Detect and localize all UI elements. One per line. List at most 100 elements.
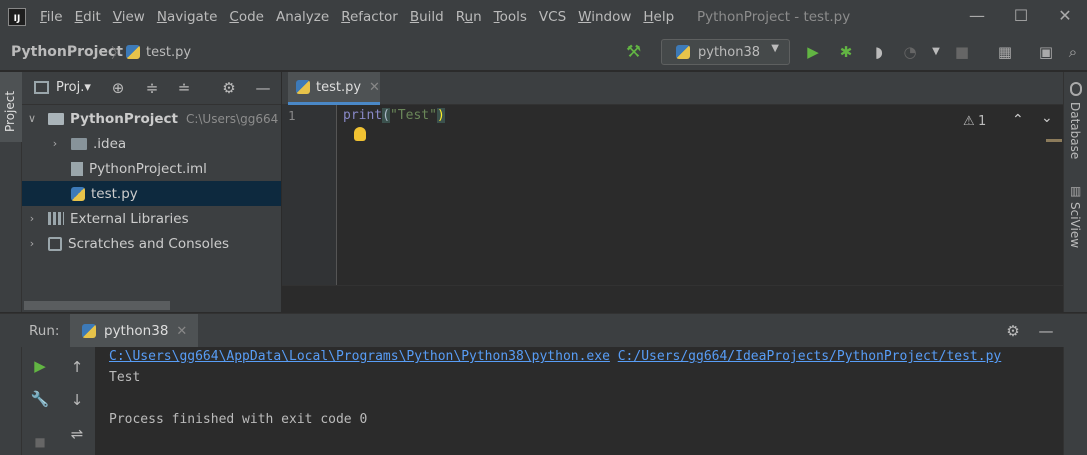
menu-help[interactable]: Help (637, 9, 680, 25)
tree-toggle-icon[interactable]: ∨ (26, 112, 38, 125)
code-editor[interactable]: print("Test") ⚠ 1 ⌃ ⌄ (338, 105, 1063, 285)
tree-item[interactable]: › External Libraries (22, 206, 281, 231)
rerun-icon[interactable]: ▶ (30, 356, 50, 376)
breadcrumb-file[interactable]: test.py (146, 45, 191, 60)
close-tab-icon[interactable]: ✕ (369, 80, 380, 95)
run-icon[interactable]: ▶ (803, 42, 823, 62)
console-output: Test (109, 370, 141, 385)
tree-item-label: PythonProject.iml (89, 160, 207, 177)
code-string: "Test" (389, 108, 437, 123)
menu-run[interactable]: Run (450, 9, 488, 25)
lightbulb-icon[interactable] (354, 127, 366, 141)
run-left-strip (0, 347, 22, 455)
editor-gutter: 1 (282, 105, 337, 285)
project-tool-window-tab[interactable]: Project (0, 72, 22, 142)
console-exe-link[interactable]: C:\Users\gg664\AppData\Local\Programs\Py… (109, 349, 610, 364)
scroll-down-icon[interactable]: ↓ (67, 390, 87, 410)
debug-bug-icon[interactable]: ✱ (836, 42, 856, 62)
warning-count: 1 (978, 114, 987, 129)
run-right-strip (1063, 347, 1087, 455)
editor-bottom-area (282, 285, 1063, 313)
menu-tools[interactable]: Tools (488, 9, 533, 25)
database-tool-tab[interactable]: Database (1068, 102, 1082, 159)
minimize-icon[interactable]: — (966, 6, 988, 26)
menu-edit[interactable]: Edit (69, 9, 107, 25)
close-window-icon[interactable]: ✕ (1054, 6, 1076, 26)
tree-item[interactable]: › Scratches and Consoles (22, 231, 281, 256)
console-exit-message: Process finished with exit code 0 (109, 412, 368, 427)
more-run-options-icon[interactable]: ▼ (926, 42, 946, 62)
breadcrumb-project[interactable]: PythonProject (11, 44, 123, 60)
tree-item[interactable]: › .idea (22, 131, 281, 156)
tree-item[interactable]: test.py (22, 181, 281, 206)
menu-view[interactable]: View (107, 9, 151, 25)
build-hammer-icon[interactable]: ⚒ (626, 42, 641, 62)
left-tool-strip: Project (0, 72, 22, 312)
tab-test-py[interactable]: test.py ✕ (288, 72, 380, 105)
code-line[interactable]: print("Test") (343, 108, 445, 123)
tree-item-label: External Libraries (70, 210, 189, 227)
tree-item[interactable]: ∨ PythonProject C:\Users\gg664 (22, 106, 281, 131)
run-tab-label: python38 (104, 323, 169, 339)
console-script-link[interactable]: C:/Users/gg664/IdeaProjects/PythonProjec… (618, 349, 1002, 364)
tree-toggle-icon[interactable]: › (49, 137, 61, 150)
warning-stripe-marker[interactable] (1046, 139, 1062, 142)
run-panel-header: Run: python38 ✕ ⚙ — (0, 313, 1087, 348)
hide-panel-icon[interactable]: — (253, 78, 273, 98)
python-icon (676, 45, 690, 59)
terminal-icon[interactable]: ▣ (1036, 42, 1056, 62)
warning-icon[interactable]: ⚠ (963, 114, 975, 129)
gear-icon[interactable]: ⚙ (219, 78, 239, 98)
project-view-icon (34, 81, 49, 94)
tree-item-label: PythonProject (70, 110, 178, 127)
run-config-label: python38 (698, 44, 761, 60)
run-side-toolbar: ▶ ↑ 🔧 ↓ ■ ⇌ (22, 347, 95, 455)
menu-vcs[interactable]: VCS (533, 9, 572, 25)
stop-icon[interactable]: ■ (30, 432, 50, 452)
coverage-icon[interactable]: ◗ (869, 42, 889, 62)
close-run-tab-icon[interactable]: ✕ (176, 324, 187, 339)
menu-file[interactable]: File (34, 9, 69, 25)
locate-file-icon[interactable]: ⊕ (108, 78, 128, 98)
tree-item[interactable]: PythonProject.iml (22, 156, 281, 181)
soft-wrap-icon[interactable]: ⇌ (67, 424, 87, 444)
folder-icon (71, 137, 87, 150)
menu-navigate[interactable]: Navigate (151, 9, 224, 25)
menu-window[interactable]: Window (572, 9, 637, 25)
tree-toggle-icon[interactable]: › (26, 212, 38, 225)
maximize-icon[interactable]: ☐ (1010, 6, 1032, 26)
scratches-icon (48, 236, 62, 251)
hide-run-panel-icon[interactable]: — (1036, 321, 1056, 341)
menu-build[interactable]: Build (404, 9, 450, 25)
project-horizontal-scrollbar[interactable] (24, 301, 170, 310)
next-highlight-icon[interactable]: ⌄ (1041, 110, 1053, 126)
menu-refactor[interactable]: Refactor (335, 9, 404, 25)
code-paren-close: ) (436, 108, 445, 123)
code-function: print (343, 108, 383, 123)
run-console[interactable]: C:\Users\gg664\AppData\Local\Programs\Py… (95, 347, 1063, 455)
tree-toggle-icon[interactable]: › (26, 237, 38, 250)
menu-analyze[interactable]: Analyze (270, 9, 335, 25)
run-config-selector[interactable]: python38 ▼ (661, 39, 790, 65)
project-structure-icon[interactable]: ▦ (995, 42, 1015, 62)
menu-code[interactable]: Code (223, 9, 270, 25)
previous-highlight-icon[interactable]: ⌃ (1012, 112, 1024, 128)
project-tree: ∨ PythonProject C:\Users\gg664 › .idea Python… (22, 105, 281, 312)
collapse-all-icon[interactable]: ≐ (174, 78, 194, 98)
wrench-icon[interactable]: 🔧 (30, 389, 50, 409)
expand-all-icon[interactable]: ≑ (142, 78, 162, 98)
search-everywhere-icon[interactable]: ⌕ (1063, 42, 1083, 62)
project-view-selector[interactable]: Proj.▾ (56, 80, 91, 95)
run-settings-gear-icon[interactable]: ⚙ (1003, 321, 1023, 341)
profile-icon[interactable]: ◔ (900, 42, 920, 62)
project-panel-header: Proj.▾ ⊕ ≑ ≐ ⚙ — (22, 72, 281, 105)
stop-icon[interactable]: ■ (952, 42, 972, 62)
window-title: PythonProject - test.py (697, 9, 851, 25)
tab-label: test.py (316, 79, 362, 95)
run-tab-python38[interactable]: python38 ✕ (70, 314, 198, 348)
sciview-tool-tab[interactable]: SciView (1068, 202, 1082, 248)
code-paren-open: ( (382, 108, 390, 123)
line-number: 1 (288, 108, 296, 123)
chevron-right-icon: 〉 (111, 46, 125, 62)
scroll-up-icon[interactable]: ↑ (67, 357, 87, 377)
